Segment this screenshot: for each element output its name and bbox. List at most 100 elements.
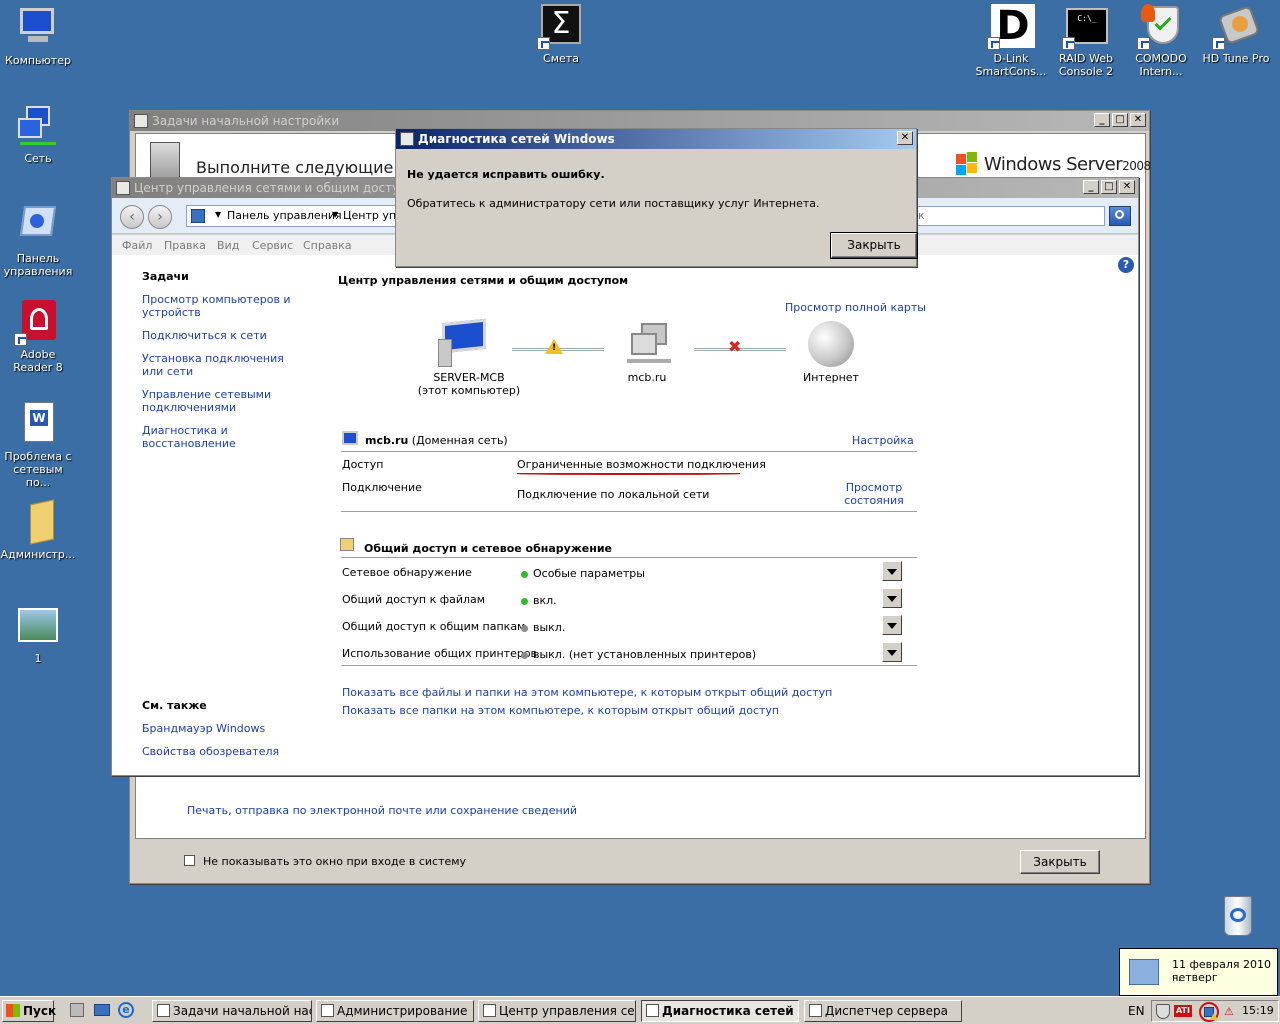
dialog-close-button[interactable]: Закрыть [830, 232, 918, 259]
menu-file[interactable]: Файл [122, 239, 152, 252]
task-connect-network[interactable]: Подключиться к сети [142, 329, 292, 342]
network-tray-icon[interactable] [1199, 1002, 1219, 1022]
desktop-icon-image[interactable]: 1 [0, 604, 76, 665]
dont-show-label: Не показывать это окно при входе в систе… [203, 855, 467, 868]
comodo-tray-icon[interactable] [1156, 1004, 1170, 1019]
internet-explorer-icon[interactable]: e [118, 1002, 134, 1018]
control-panel-icon [16, 204, 60, 248]
minimize-button[interactable]: _ [1083, 180, 1099, 194]
desktop-icon-dlink[interactable]: D D-Link SmartCons... [973, 4, 1049, 78]
desktop-icon-comodo[interactable]: COMODO Intern... [1123, 4, 1199, 78]
dlink-icon: D [987, 4, 1035, 50]
minimize-button[interactable]: _ [1094, 113, 1110, 127]
printer-sharing-expand-button[interactable] [882, 642, 902, 662]
menu-help[interactable]: Справка [303, 239, 351, 252]
desktop-icon-word-doc[interactable]: W Проблема с сетевым по... [0, 402, 76, 489]
task-manage-connections[interactable]: Управление сетевыми подключениями [142, 388, 292, 414]
menu-view[interactable]: Вид [217, 239, 239, 252]
taskbar-item-administration[interactable]: Администрирование [316, 1000, 474, 1022]
ati-tray-icon[interactable]: ATI [1174, 1005, 1192, 1017]
view-full-map-link[interactable]: Просмотр полной карты [785, 301, 926, 314]
this-computer-node[interactable] [422, 318, 492, 369]
file-sharing-value: вкл. [521, 594, 557, 607]
alert-tray-icon[interactable]: ⚠ [1224, 1005, 1236, 1018]
network-diagnostics-dialog[interactable]: Диагностика сетей Windows ✕ Не удается и… [395, 128, 918, 267]
desktop-icon-label: Компьютер [5, 54, 71, 67]
public-folder-sharing-expand-button[interactable] [882, 615, 902, 635]
desktop-icon-network[interactable]: Сеть [0, 104, 76, 165]
back-button[interactable]: ‹ [120, 205, 144, 229]
print-email-save-link[interactable]: Печать, отправка по электронной почте ил… [187, 804, 577, 817]
taskbar-item-initial-tasks[interactable]: Задачи начальной наст... [152, 1000, 312, 1022]
link-windows-firewall[interactable]: Брандмауэр Windows [142, 722, 265, 735]
desktop-icon-label: Администр... [0, 548, 76, 561]
close-button[interactable]: ✕ [1119, 180, 1135, 194]
network-discovery-expand-button[interactable] [882, 561, 902, 581]
desktop-icon-label: COMODO Intern... [1135, 52, 1187, 78]
folder-icon [16, 499, 60, 545]
status-on-icon [521, 597, 528, 605]
network-node-label: mcb.ru [627, 371, 667, 384]
chevron-down-icon: ▼ [215, 210, 222, 219]
desktop-icon-label: HD Tune Pro [1202, 52, 1270, 65]
network-node[interactable] [627, 323, 677, 367]
view-status-link[interactable]: Просмотр состояния [842, 481, 906, 507]
task-view-computers[interactable]: Просмотр компьютеров и устройств [142, 293, 292, 319]
calendar-icon [1129, 959, 1159, 985]
desktop-icon-smeta[interactable]: Σ Смета [523, 4, 599, 65]
internet-globe-icon[interactable] [808, 321, 854, 367]
printer-sharing-value: выкл. (нет установленных принтеров) [521, 648, 756, 661]
window-title: Центр управления сетями и общим доступом [134, 181, 424, 195]
access-value: Ограниченные возможности подключения [517, 458, 766, 471]
broken-link-x-icon[interactable]: ✖ [728, 339, 741, 355]
link-internet-options[interactable]: Свойства обозревателя [142, 745, 279, 758]
desktop-icon-control-panel[interactable]: Панель управления [0, 204, 76, 278]
show-shared-folders-link[interactable]: Показать все папки на этом компьютере, к… [342, 704, 779, 717]
tasks-sidebar: Задачи Просмотр компьютеров и устройств … [112, 255, 322, 775]
initial-tasks-close-button[interactable]: Закрыть [1020, 850, 1100, 874]
language-indicator[interactable]: EN [1128, 1004, 1145, 1018]
start-button[interactable]: Пуск [2, 1000, 56, 1022]
search-icon [1115, 210, 1124, 219]
search-input[interactable]: ск [907, 206, 1105, 226]
breadcrumb-control-panel[interactable]: Панель управления [227, 209, 342, 222]
tasks-heading: Задачи [142, 270, 189, 283]
adobe-reader-icon [14, 300, 60, 346]
taskbar-item-server-manager[interactable]: Диспетчер сервера [804, 1000, 962, 1022]
desktop-icon-recycle-bin[interactable] [1198, 892, 1274, 940]
network-icon [16, 104, 60, 148]
show-shared-files-link[interactable]: Показать все файлы и папки на этом компь… [342, 686, 832, 699]
close-button[interactable]: ✕ [1130, 113, 1146, 127]
desktop-icon-hdtune[interactable]: HD Tune Pro [1198, 4, 1274, 65]
sharing-heading: Общий доступ и сетевое обнаружение [364, 542, 613, 555]
divider [341, 451, 917, 452]
taskbar-item-diagnostics[interactable]: Диагностика сетей ... [641, 1000, 799, 1022]
maximize-button[interactable]: □ [1112, 113, 1128, 127]
task-diagnose-repair[interactable]: Диагностика и восстановление [142, 424, 322, 450]
date-tooltip: 11 февраля 2010 г. четверг [1119, 948, 1278, 996]
show-desktop-icon[interactable] [94, 1004, 110, 1016]
forward-button[interactable]: › [148, 205, 172, 229]
task-setup-connection[interactable]: Установка подключения или сети [142, 352, 292, 378]
menu-tools[interactable]: Сервис [252, 239, 293, 252]
status-off-icon [521, 651, 528, 659]
server-manager-icon[interactable] [70, 1003, 84, 1017]
dialog-titlebar[interactable]: Диагностика сетей Windows ✕ [396, 129, 916, 149]
file-sharing-label: Общий доступ к файлам [342, 593, 486, 606]
taskbar-item-network-center[interactable]: Центр управления сет... [478, 1000, 636, 1022]
menu-edit[interactable]: Правка [164, 239, 206, 252]
search-button[interactable] [1109, 206, 1131, 226]
desktop-icon-folder[interactable]: Администр... [0, 499, 76, 561]
maximize-button[interactable]: □ [1101, 180, 1117, 194]
close-button[interactable]: ✕ [897, 131, 913, 145]
file-sharing-expand-button[interactable] [882, 588, 902, 608]
desktop-icon-raid-console[interactable]: C:\_ RAID Web Console 2 [1048, 4, 1124, 78]
dialog-title: Диагностика сетей Windows [418, 132, 615, 146]
address-bar[interactable]: ▼ Панель управления ▼ Центр упр [186, 205, 406, 227]
network-settings-link[interactable]: Настройка [852, 434, 914, 447]
desktop-icon-adobe-reader[interactable]: Adobe Reader 8 [0, 300, 76, 374]
clock[interactable]: 15:19 [1242, 1004, 1274, 1017]
help-icon[interactable]: ? [1118, 257, 1134, 273]
dont-show-checkbox[interactable] [184, 855, 195, 866]
desktop-icon-computer[interactable]: Компьютер [0, 6, 76, 67]
